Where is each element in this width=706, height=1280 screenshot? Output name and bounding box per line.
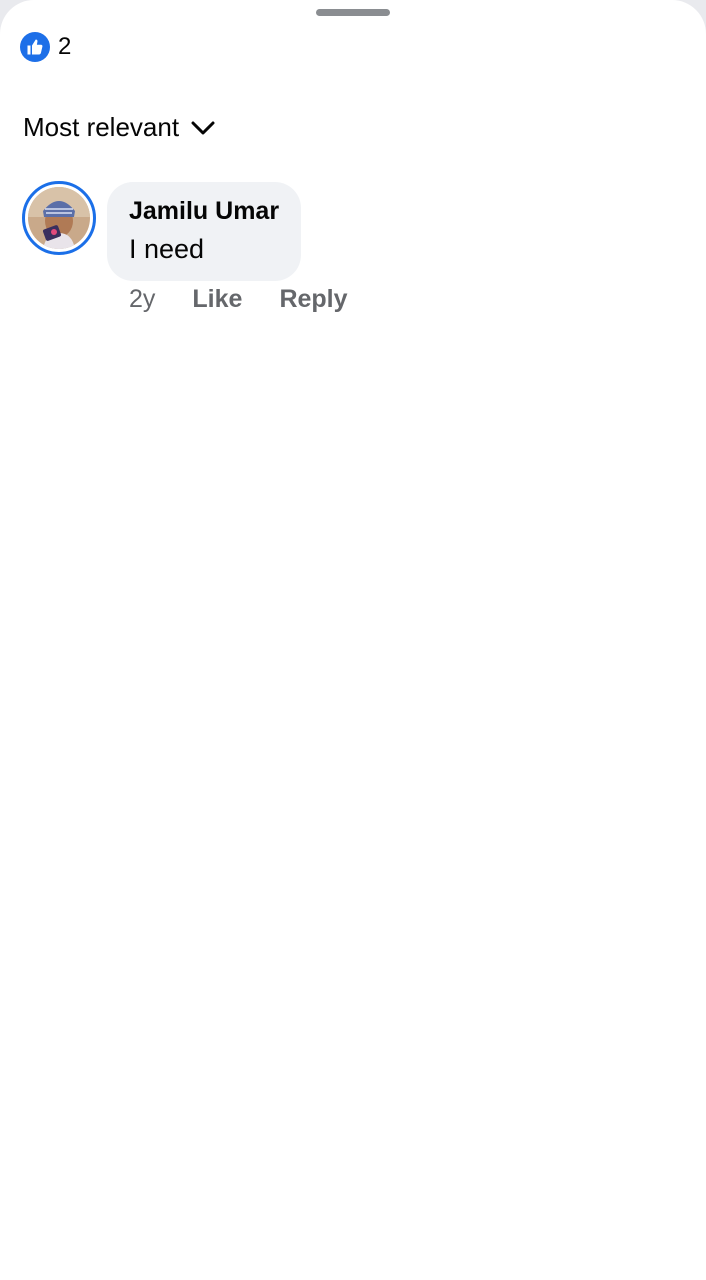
reply-button[interactable]: Reply <box>279 285 347 314</box>
sort-label: Most relevant <box>23 112 180 142</box>
reactions-summary[interactable]: 2 <box>20 32 71 62</box>
reaction-count: 2 <box>58 33 72 60</box>
sort-dropdown[interactable]: Most relevant <box>23 112 215 143</box>
comment-timestamp[interactable]: 2y <box>129 285 155 314</box>
profile-photo <box>28 187 90 249</box>
drag-handle[interactable] <box>316 9 390 16</box>
thumbs-up-icon <box>20 32 50 62</box>
avatar[interactable] <box>22 181 96 255</box>
comment-item: Jamilu Umar I need 2y Like Reply <box>22 181 682 331</box>
like-button[interactable]: Like <box>192 285 242 314</box>
chevron-down-icon <box>191 121 215 134</box>
comment-text: I need <box>129 234 205 264</box>
comments-sheet: 2 Most relevant Jamilu Umar I need 2y Li… <box>0 0 706 1280</box>
comment-actions: 2y Like Reply <box>129 285 385 314</box>
comment-bubble[interactable]: Jamilu Umar I need <box>107 182 302 281</box>
comment-author[interactable]: Jamilu Umar <box>129 193 279 229</box>
